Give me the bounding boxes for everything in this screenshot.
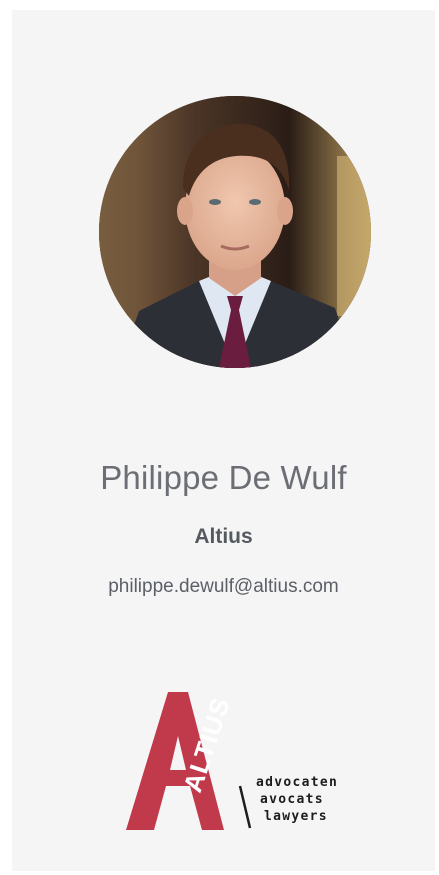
portrait-photo bbox=[99, 96, 371, 368]
email-link[interactable]: philippe.dewulf@altius.com bbox=[12, 576, 435, 598]
profile-card: Philippe De Wulf Altius philippe.dewulf@… bbox=[12, 10, 435, 871]
avatar bbox=[99, 96, 371, 368]
person-name: Philippe De Wulf bbox=[100, 459, 347, 496]
tagline-line: lawyers bbox=[264, 809, 328, 824]
altius-logo: ALTIUS advocaten avocats lawyers bbox=[116, 690, 356, 840]
company-name: Altius bbox=[194, 525, 253, 548]
tagline-line: avocats bbox=[260, 792, 324, 807]
logo-tagline: advocaten avocats lawyers bbox=[256, 774, 338, 825]
tagline-line: advocaten bbox=[256, 775, 339, 790]
